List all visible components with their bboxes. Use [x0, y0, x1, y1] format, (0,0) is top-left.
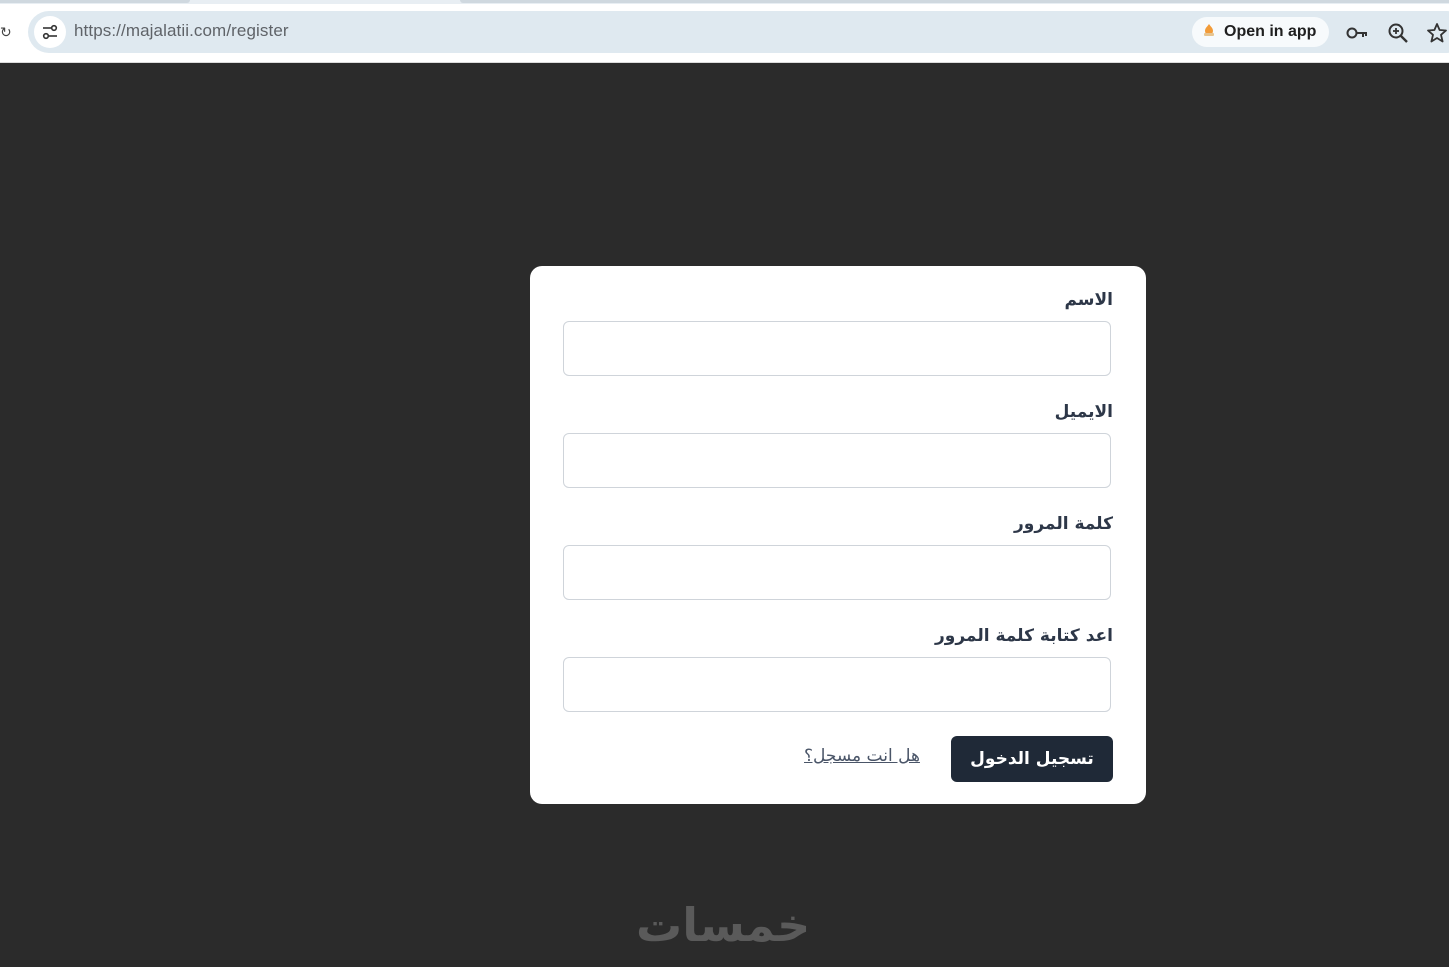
password-input[interactable]	[563, 545, 1111, 600]
tab-strip	[0, 0, 1449, 4]
browser-toolbar: ↻ https://majalatii.com/register Open in…	[0, 0, 1449, 63]
zoom-icon[interactable]	[1386, 21, 1410, 45]
confirm-password-input[interactable]	[563, 657, 1111, 712]
khamsat-watermark: خمسات	[636, 898, 811, 952]
register-card: الاسم الايميل كلمة المرور اعد كتابة كلمة…	[530, 266, 1146, 804]
site-settings-icon[interactable]	[34, 16, 66, 48]
open-in-app-button[interactable]: Open in app	[1192, 17, 1330, 47]
url-path: /register	[226, 21, 289, 40]
open-in-app-label: Open in app	[1224, 23, 1317, 40]
reload-icon[interactable]: ↻	[0, 22, 12, 44]
name-label: الاسم	[1064, 290, 1113, 310]
password-label: كلمة المرور	[1014, 514, 1113, 534]
register-submit-button[interactable]: تسجيل الدخول	[951, 736, 1113, 782]
email-input[interactable]	[563, 433, 1111, 488]
address-bar[interactable]: https://majalatii.com/register Open in a…	[28, 11, 1449, 53]
key-icon[interactable]	[1345, 21, 1369, 45]
email-label: الايميل	[1054, 402, 1113, 422]
confirm-password-label: اعد كتابة كلمة المرور	[935, 626, 1113, 646]
tab-edge-right[interactable]	[460, 0, 1449, 3]
url-host: https://majalatii.com	[74, 21, 227, 40]
app-icon	[1202, 23, 1216, 42]
tab-edge-left[interactable]	[0, 0, 190, 3]
already-registered-link[interactable]: هل انت مسجل؟	[804, 746, 920, 766]
url-text[interactable]: https://majalatii.com/register	[74, 21, 289, 41]
bookmark-star-icon[interactable]	[1425, 21, 1449, 45]
name-input[interactable]	[563, 321, 1111, 376]
